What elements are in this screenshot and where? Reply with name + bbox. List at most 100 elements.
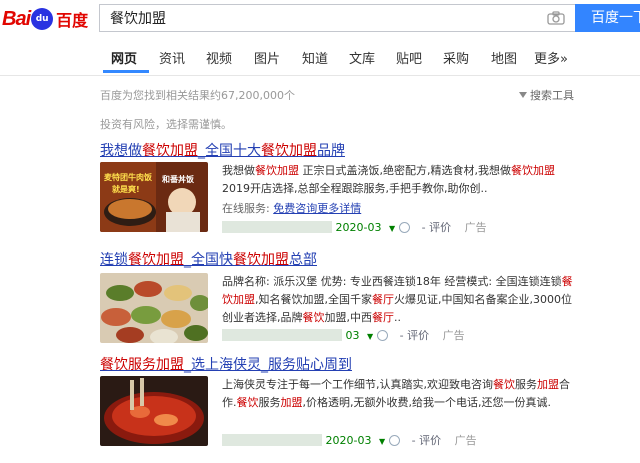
rating-link[interactable]: - 评价	[422, 221, 451, 234]
abstract-keyword: 餐饮	[236, 396, 259, 409]
result-title-link[interactable]: 餐饮服务加盟_选上海侠灵_服务贴心周到	[100, 354, 600, 374]
dropdown-arrow-icon[interactable]: ▼	[389, 224, 395, 233]
result-thumbnail[interactable]: 麦特团牛肉饭 就是爽! 和番丼饭	[100, 162, 208, 232]
result-meta: 2020-03 ▼ - 评价 广告	[222, 219, 487, 235]
tab-tieba[interactable]: 贴吧	[396, 48, 422, 67]
title-keyword: 餐饮加盟	[261, 143, 317, 159]
abstract-text: 加盟,中西	[324, 311, 373, 324]
title-text: 连锁	[100, 252, 128, 268]
abstract-keyword: 餐厅	[372, 311, 394, 324]
rating-link[interactable]: - 评价	[412, 434, 441, 447]
food-ad-image	[100, 273, 208, 343]
title-text: _全国快	[184, 252, 233, 268]
blurred-url	[222, 221, 332, 233]
abstract-text: ,价格透明,无额外收费,给我一个电话,还您一份真诚.	[302, 396, 551, 409]
thumb-caption: 麦特团牛肉饭	[104, 172, 152, 182]
verified-icon	[399, 222, 411, 233]
tab-web[interactable]: 网页	[111, 48, 137, 67]
abstract-keyword: 餐饮加盟	[255, 164, 299, 177]
search-result: 我想做餐饮加盟_全国十大餐饮加盟品牌 麦特团牛肉饭 就是爽! 和番丼饭 我想做餐…	[100, 140, 600, 234]
title-text: 总部	[289, 252, 317, 268]
rating-label: 评价	[429, 221, 452, 234]
ad-badge: 广告	[454, 434, 477, 447]
verified-icon	[377, 330, 389, 341]
title-text: 品牌	[317, 143, 345, 159]
tab-video[interactable]: 视频	[206, 48, 232, 67]
online-service-label: 在线服务:	[222, 202, 270, 215]
dropdown-arrow-icon[interactable]: ▼	[367, 332, 373, 341]
title-text: 我想做	[100, 143, 142, 159]
abstract-text: 服务	[258, 396, 281, 409]
result-title-link[interactable]: 连锁餐饮加盟_全国快餐饮加盟总部	[100, 249, 600, 269]
dropdown-arrow-icon[interactable]: ▼	[379, 437, 385, 446]
paw-icon: du	[31, 8, 54, 30]
tab-purchase[interactable]: 采购	[443, 48, 469, 67]
search-tools-button[interactable]: 搜索工具	[519, 87, 574, 103]
tab-more[interactable]: 更多»	[534, 48, 568, 67]
rating-link[interactable]: - 评价	[400, 329, 429, 342]
search-tabs: 网页 资讯 视频 图片 知道 文库 贴吧 采购 地图 更多»	[0, 40, 640, 74]
result-abstract: 品牌名称: 派乐汉堡 优势: 专业西餐连锁18年 经营模式: 全国连锁连锁餐饮加…	[222, 273, 578, 327]
tab-zhidao[interactable]: 知道	[302, 48, 328, 67]
abstract-text: 2019开店选择,总部全程跟踪服务,手把手教你,助你创..	[222, 182, 488, 195]
result-thumbnail[interactable]	[100, 376, 208, 446]
title-keyword: 餐饮加盟	[233, 252, 289, 268]
abstract-text: ..	[394, 311, 401, 324]
tab-images[interactable]: 图片	[254, 48, 280, 67]
food-ad-image: 麦特团牛肉饭 就是爽! 和番丼饭	[100, 162, 208, 232]
result-date: 2020-03	[325, 434, 372, 447]
search-result: 餐饮服务加盟_选上海侠灵_服务贴心周到 上海侠灵专注于每一个工作细节,认真踏实,…	[100, 354, 600, 447]
search-box	[99, 4, 575, 32]
ad-badge: 广告	[442, 329, 465, 342]
abstract-text: 我想做	[222, 164, 255, 177]
logo-text-cn: 百度	[56, 11, 89, 30]
food-ad-image	[100, 376, 208, 446]
search-result: 连锁餐饮加盟_全国快餐饮加盟总部 品牌名称: 派乐汉堡 优势: 专业西餐连锁18…	[100, 249, 600, 343]
title-keyword: 餐饮加盟	[142, 143, 198, 159]
online-service-row: 在线服务: 免费咨询更多详情	[222, 200, 578, 218]
baidu-logo[interactable]: Bai du 百度	[2, 6, 88, 32]
abstract-text: 正宗日式盖浇饭,绝密配方,精选食材,我想做	[299, 164, 511, 177]
result-count: 百度为您找到相关结果约67,200,000个	[100, 89, 295, 102]
abstract-text: 服务	[515, 378, 537, 391]
abstract-keyword: 餐饮	[493, 378, 515, 391]
verified-icon	[389, 435, 401, 446]
abstract-keyword: 餐饮加盟	[511, 164, 555, 177]
tab-wenku[interactable]: 文库	[349, 48, 375, 67]
search-button[interactable]: 百度一下	[575, 4, 640, 32]
abstract-keyword: 加盟	[280, 396, 303, 409]
rating-label: 评价	[407, 329, 430, 342]
tab-map[interactable]: 地图	[491, 48, 517, 67]
result-abstract: 我想做餐饮加盟 正宗日式盖浇饭,绝密配方,精选食材,我想做餐饮加盟 2019开店…	[222, 162, 578, 198]
rating-label: 评价	[419, 434, 442, 447]
thumb-caption: 就是爽!	[112, 184, 140, 194]
search-tools-label: 搜索工具	[530, 89, 574, 102]
tab-news[interactable]: 资讯	[159, 48, 185, 67]
abstract-keyword: 加盟	[537, 378, 559, 391]
risk-notice: 投资有风险，选择需谨慎。	[100, 118, 232, 131]
result-title-link[interactable]: 我想做餐饮加盟_全国十大餐饮加盟品牌	[100, 140, 600, 160]
result-abstract: 上海侠灵专注于每一个工作细节,认真踏实,欢迎致电咨询餐饮服务加盟合作.餐饮服务加…	[222, 376, 578, 412]
blurred-url	[222, 434, 322, 446]
logo-text-latin: Bai	[2, 7, 31, 30]
abstract-keyword: 餐厅	[372, 293, 394, 306]
camera-icon[interactable]	[547, 11, 565, 25]
result-meta: 2020-03 ▼ - 评价 广告	[222, 432, 477, 448]
result-meta: 03 ▼ - 评价 广告	[222, 327, 465, 343]
active-tab-indicator	[103, 70, 149, 73]
result-date: 03	[345, 329, 360, 342]
result-date: 2020-03	[335, 221, 382, 234]
title-text: _全国十大	[198, 143, 261, 159]
thumb-caption: 和番丼饭	[162, 174, 194, 184]
search-input[interactable]	[110, 5, 540, 31]
title-keyword: 餐饮加盟	[128, 252, 184, 268]
free-consult-link[interactable]: 免费咨询更多详情	[273, 202, 361, 215]
ad-badge: 广告	[464, 221, 487, 234]
title-keyword: 餐饮服务	[100, 357, 156, 373]
header: Bai du 百度 百度一下	[0, 0, 640, 38]
abstract-text: 品牌名称: 派乐汉堡 优势: 专业西餐连锁18年 经营模式: 全国连锁连锁	[222, 275, 562, 288]
result-thumbnail[interactable]	[100, 273, 208, 343]
abstract-text: ,知名餐饮加盟,全国千家	[255, 293, 372, 306]
title-text: _选上海侠灵_服务贴心周到	[184, 357, 352, 373]
blurred-url	[222, 329, 342, 341]
